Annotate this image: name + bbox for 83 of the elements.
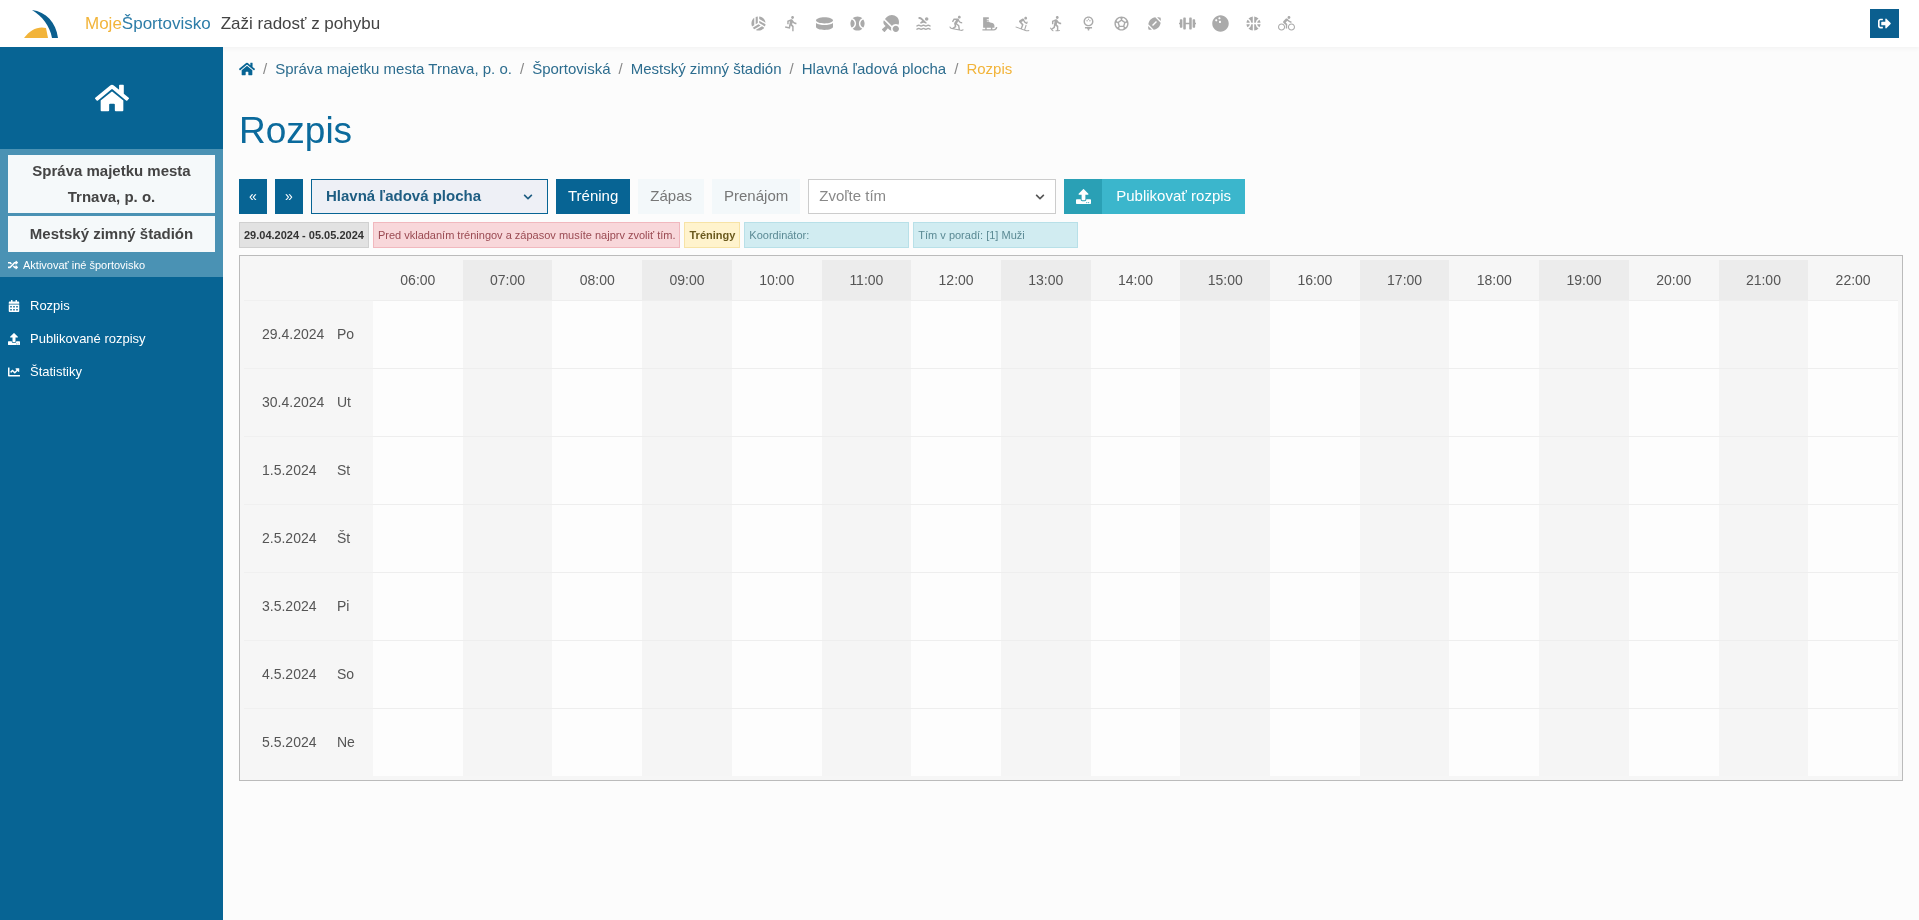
info-tag: Tréningy <box>684 222 741 248</box>
day-date: 2.5.2024 <box>262 529 318 548</box>
day-name: Pi <box>337 597 350 616</box>
hour-header: 07:00 <box>462 260 553 300</box>
home-icon[interactable] <box>239 61 255 77</box>
sidebar-item[interactable]: Publikované rozpisy <box>8 324 215 353</box>
table-tennis-icon[interactable] <box>882 15 900 32</box>
calendar-icon <box>8 299 20 312</box>
next-week-button[interactable]: » <box>275 179 303 214</box>
upload-icon <box>8 332 20 345</box>
skater-icon[interactable] <box>981 15 999 32</box>
previous-week-button[interactable]: « <box>239 179 267 214</box>
hour-header: 12:00 <box>937 270 975 290</box>
chevron-icon <box>523 191 533 202</box>
day-name: Ne <box>337 733 355 752</box>
tagline: Zaži radosť z pohybu <box>220 12 381 35</box>
hour-header: 20:00 <box>1655 270 1693 290</box>
day-name: St <box>337 461 351 480</box>
ball-icon[interactable] <box>849 15 867 32</box>
info-tag: 29.04.2024 - 05.05.2024 <box>239 222 369 248</box>
day-date: 30.4.2024 <box>262 393 326 412</box>
chevron-icon <box>1035 191 1046 202</box>
snowboarder-icon[interactable] <box>948 15 966 32</box>
team-select[interactable]: Zvoľte tím <box>808 179 1057 214</box>
hour-header: 14:00 <box>1116 270 1154 290</box>
breadcrumb-link[interactable]: Hlavná ľadová plocha <box>801 57 947 81</box>
basketball-icon[interactable] <box>1245 15 1263 32</box>
breadcrumb-link[interactable]: Športoviská <box>532 57 611 81</box>
info-tag: Pred vkladaním tréningov a zápasov musíte najprv zvoliť tím. <box>372 222 681 248</box>
skier-icon[interactable] <box>1014 15 1032 32</box>
day-date: 29.4.2024 <box>262 325 326 344</box>
day-date: 3.5.2024 <box>262 597 318 616</box>
day-name: So <box>337 665 355 684</box>
mode-tab[interactable]: Tréning <box>556 179 631 214</box>
sidebar-item[interactable]: Štatistiky <box>8 357 215 386</box>
breadcrumb-link[interactable]: Mestský zimný štadión <box>630 57 782 81</box>
hour-header: 18:00 <box>1475 270 1513 290</box>
hour-header: 11:00 <box>821 260 912 300</box>
breadcrumb-separator: / <box>519 58 525 79</box>
breadcrumb-separator: / <box>618 58 623 79</box>
shuffle-icon <box>8 260 18 270</box>
chart-icon <box>8 365 20 378</box>
breadcrumb-separator: / <box>954 58 959 79</box>
football-icon[interactable] <box>1146 15 1164 32</box>
breadcrumb-separator: / <box>263 58 268 79</box>
facility-label: Mestský zimný štadión <box>8 216 215 252</box>
sidebar-item[interactable]: Rozpis <box>8 291 215 320</box>
info-tag: Tím v poradí: [1] Muži <box>913 222 1079 248</box>
hour-header: 10:00 <box>758 270 796 290</box>
hour-header: 15:00 <box>1180 260 1271 300</box>
hour-header: 09:00 <box>642 260 732 300</box>
day-name: Ut <box>337 393 351 412</box>
swimmer-icon[interactable] <box>915 15 933 32</box>
info-tag: Koordinátor: <box>744 222 910 248</box>
switch-facility-link[interactable]: Aktivovať iné športovisko <box>8 255 215 275</box>
hour-header: 22:00 <box>1834 270 1872 290</box>
hour-header: 16:00 <box>1296 270 1334 290</box>
day-name: Št <box>337 529 351 548</box>
area-select[interactable]: Hlavná ľadová plocha <box>311 179 548 214</box>
hour-header: 17:00 <box>1359 260 1450 300</box>
upload-icon <box>1075 189 1091 204</box>
logout-button[interactable] <box>1870 9 1899 38</box>
volleyball-icon[interactable] <box>750 15 768 32</box>
mode-tab[interactable]: Prenájom <box>712 179 801 214</box>
hockey-puck-icon[interactable] <box>816 15 834 32</box>
page-title: Rozpis <box>239 109 354 153</box>
cyclist-icon[interactable] <box>1278 15 1296 32</box>
hour-header: 08:00 <box>578 270 616 290</box>
day-name: Po <box>337 325 355 344</box>
dumbbell-icon[interactable] <box>1179 15 1197 32</box>
mode-tab[interactable]: Zápas <box>638 179 704 214</box>
day-date: 5.5.2024 <box>262 733 318 752</box>
day-date: 4.5.2024 <box>262 665 318 684</box>
day-date: 1.5.2024 <box>262 461 318 480</box>
breadcrumb-separator: / <box>789 58 794 79</box>
organization-label: Správa majetku mesta Trnava, p. o. <box>8 155 215 213</box>
brand-name[interactable]: MojeŠportovisko <box>85 10 211 37</box>
hour-header: 13:00 <box>1000 260 1091 300</box>
logout-icon <box>1878 17 1891 30</box>
breadcrumb-link[interactable]: Správa majetku mesta Trnava, p. o. <box>275 57 512 81</box>
hour-header: 06:00 <box>399 270 437 290</box>
hour-header: 21:00 <box>1718 260 1809 300</box>
hour-header: 19:00 <box>1539 260 1629 300</box>
